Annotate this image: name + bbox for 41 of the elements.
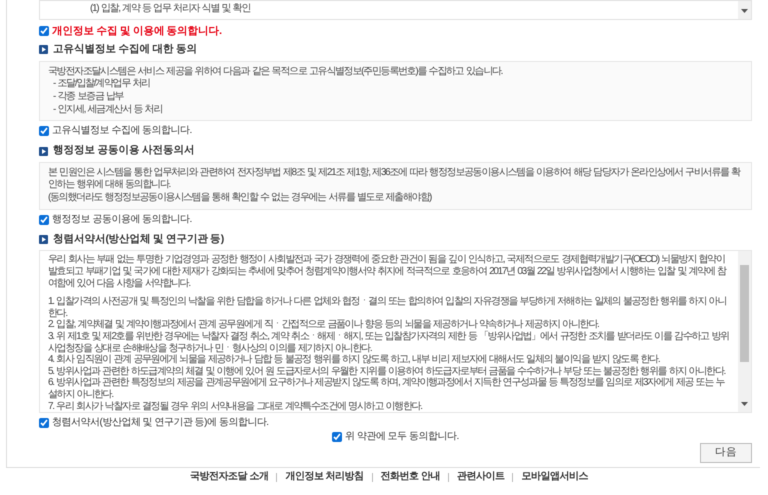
next-button[interactable]: 다음 bbox=[700, 443, 752, 464]
checkbox[interactable] bbox=[39, 418, 49, 428]
terms-text: (동의했더라도 행정정보공동이용시스템을 통해 확인할 수 없는 경우에는 서류를 별도로 제출해야함) bbox=[48, 192, 433, 205]
terms-text: 6. 방위사업과 관련한 특정정보의 제공을 관계공무원에게 요구하거나 제공받지 않도록 하며, 계약이행과정에서 지득한 연구성과물 등 특정정보를 임의로 제3자에게 제공 또는 누설하지 아니한다. bbox=[48, 377, 726, 401]
scroll-down-arrow-icon[interactable] bbox=[741, 9, 748, 14]
terms-text: 1. 입찰가격의 사전공개 및 특정인의 낙찰을 위한 담합을 하거나 다른 업체와 협정ㆍ결의 또는 합의하여 입찰의 자유경쟁을 부당하게 저해하는 일체의 불공정한 행위를 하지 아니한다. bbox=[48, 296, 727, 320]
section-title: 고유식별정보 수집에 대한 동의 bbox=[53, 42, 197, 57]
terms-text: 3. 위 제1호 및 제2호를 위반한 경우에는 낙찰자 결정 취소, 계약 취소ㆍ해제ㆍ해지, 또는 입찰참가자격의 제한 등 「방위사업법」에서 규정한 조치를 받더라도 이를 감수하고 방위사업청장을 상대로 손해배상을 청구하거나 민ㆍ형사상의 이의를 제기하지 아니한다. bbox=[48, 330, 730, 354]
terms-text: 4. 회사 임직원이 관계 공무원에게 뇌물을 제공하거나 담합 등 불공정 행위를 하지 않도록 하고, 내부 비리 제보자에 대해서도 일체의 불이익을 받지 않도록 한다. bbox=[48, 354, 661, 366]
footer-link[interactable]: 국방전자조달 소개 bbox=[190, 471, 268, 484]
consent-label[interactable]: 청렴서약서(방산업체 및 연구기관 등)에 동의합니다. bbox=[52, 417, 269, 430]
bullet-play-icon bbox=[39, 235, 48, 244]
footer-link[interactable]: 모바일앱서비스 bbox=[521, 471, 588, 484]
checkbox[interactable] bbox=[39, 26, 49, 36]
checkbox[interactable] bbox=[332, 432, 342, 442]
terms-text: - 조달/입찰/계약업무 처리 bbox=[52, 78, 151, 91]
section-title: 행정정보 공동이용 사전동의서 bbox=[53, 143, 194, 158]
terms-text: 우리 회사는 부패 없는 투명한 기업경영과 공정한 행정이 사회발전과 국가 경쟁력에 중요한 관건이 됨을 깊이 인식하고, 국제적으로도 경제협력개발기구(OECD) 뇌물방지 협약이 발효되고 부패기업 및 국가에 대한 제재가 강화되는 추세에 맞추어 청렴계약이행서약 취지에 적극적으로 호응하여 2017년 03월 22일 방위사업청에서 시행하는 입찰 및 계약에 참여함에 있어 다음 사항을 서약합니다. bbox=[48, 254, 728, 290]
scrollbar[interactable] bbox=[738, 1, 751, 19]
scroll-down-arrow-icon[interactable] bbox=[741, 402, 748, 408]
terms-text: 국방전자조달시스템은 서비스 제공을 위하여 다음과 같은 목적으로 고유식별정보(주민등록번호)를 수집하고 있습니다. bbox=[48, 66, 504, 78]
section-title: 청렴서약서(방산업체 및 연구기관 등) bbox=[53, 232, 224, 247]
consent-label[interactable]: 개인정보 수집 및 이용에 동의합니다. bbox=[52, 25, 222, 37]
terms-text: - 각종 보증금 납부 bbox=[52, 90, 125, 104]
checkbox[interactable] bbox=[39, 126, 49, 136]
terms-text: (1) 입찰, 계약 등 업무 처리자 식별 및 확인 bbox=[90, 3, 252, 15]
terms-text: 본 민원인은 시스템을 통한 업무처리와 관련하여 전자정부법 제8조 및 제21조 제1항, 제36조에 따라 행정정보공동이용시스템을 이용하여 해당 담당자가 온라인상에서 구비서류를 확인하는 행위에 대해 동의합니다. bbox=[48, 166, 742, 192]
terms-text: 2. 입찰, 계약체결 및 계약이행과정에서 관계 공무원에게 직ㆍ간접적으로 금품이나 향응 등의 뇌물을 제공하거나 약속하거나 제공하지 아니한다. bbox=[48, 319, 600, 330]
terms-text: 5. 방위사업과 관련한 하도급계약의 체결 및 이행에 있어 원 도급자로서의 우월한 지위를 이용하여 하도급자로부터 금품을 수수하거나 부당 또는 불공정한 행위를 하지 아니한다. bbox=[48, 366, 726, 378]
consent-label[interactable]: 위 약관에 모두 동의합니다. bbox=[345, 431, 459, 444]
consent-label[interactable]: 고유식별정보 수집에 동의합니다. bbox=[52, 125, 192, 138]
checkbox[interactable] bbox=[39, 214, 49, 225]
bullet-play-icon bbox=[39, 45, 48, 54]
bullet-play-icon bbox=[39, 146, 48, 156]
terms-text: - 인지세, 세금계산서 등 처리 bbox=[52, 104, 164, 116]
footer-link[interactable]: 관련사이트 bbox=[456, 471, 504, 484]
consent-label[interactable]: 행정정보 공동이용에 동의합니다. bbox=[52, 214, 192, 226]
footer-link[interactable]: 개인정보 처리방침 bbox=[285, 471, 364, 484]
scrollbar[interactable] bbox=[738, 251, 751, 412]
footer-link[interactable]: 전화번호 안내 bbox=[380, 471, 440, 484]
terms-text: 7. 우리 회사가 낙찰자로 결정될 경우 위의 서약내용을 그대로 계약특수조건에 명시하고 이행한다. bbox=[48, 400, 424, 412]
